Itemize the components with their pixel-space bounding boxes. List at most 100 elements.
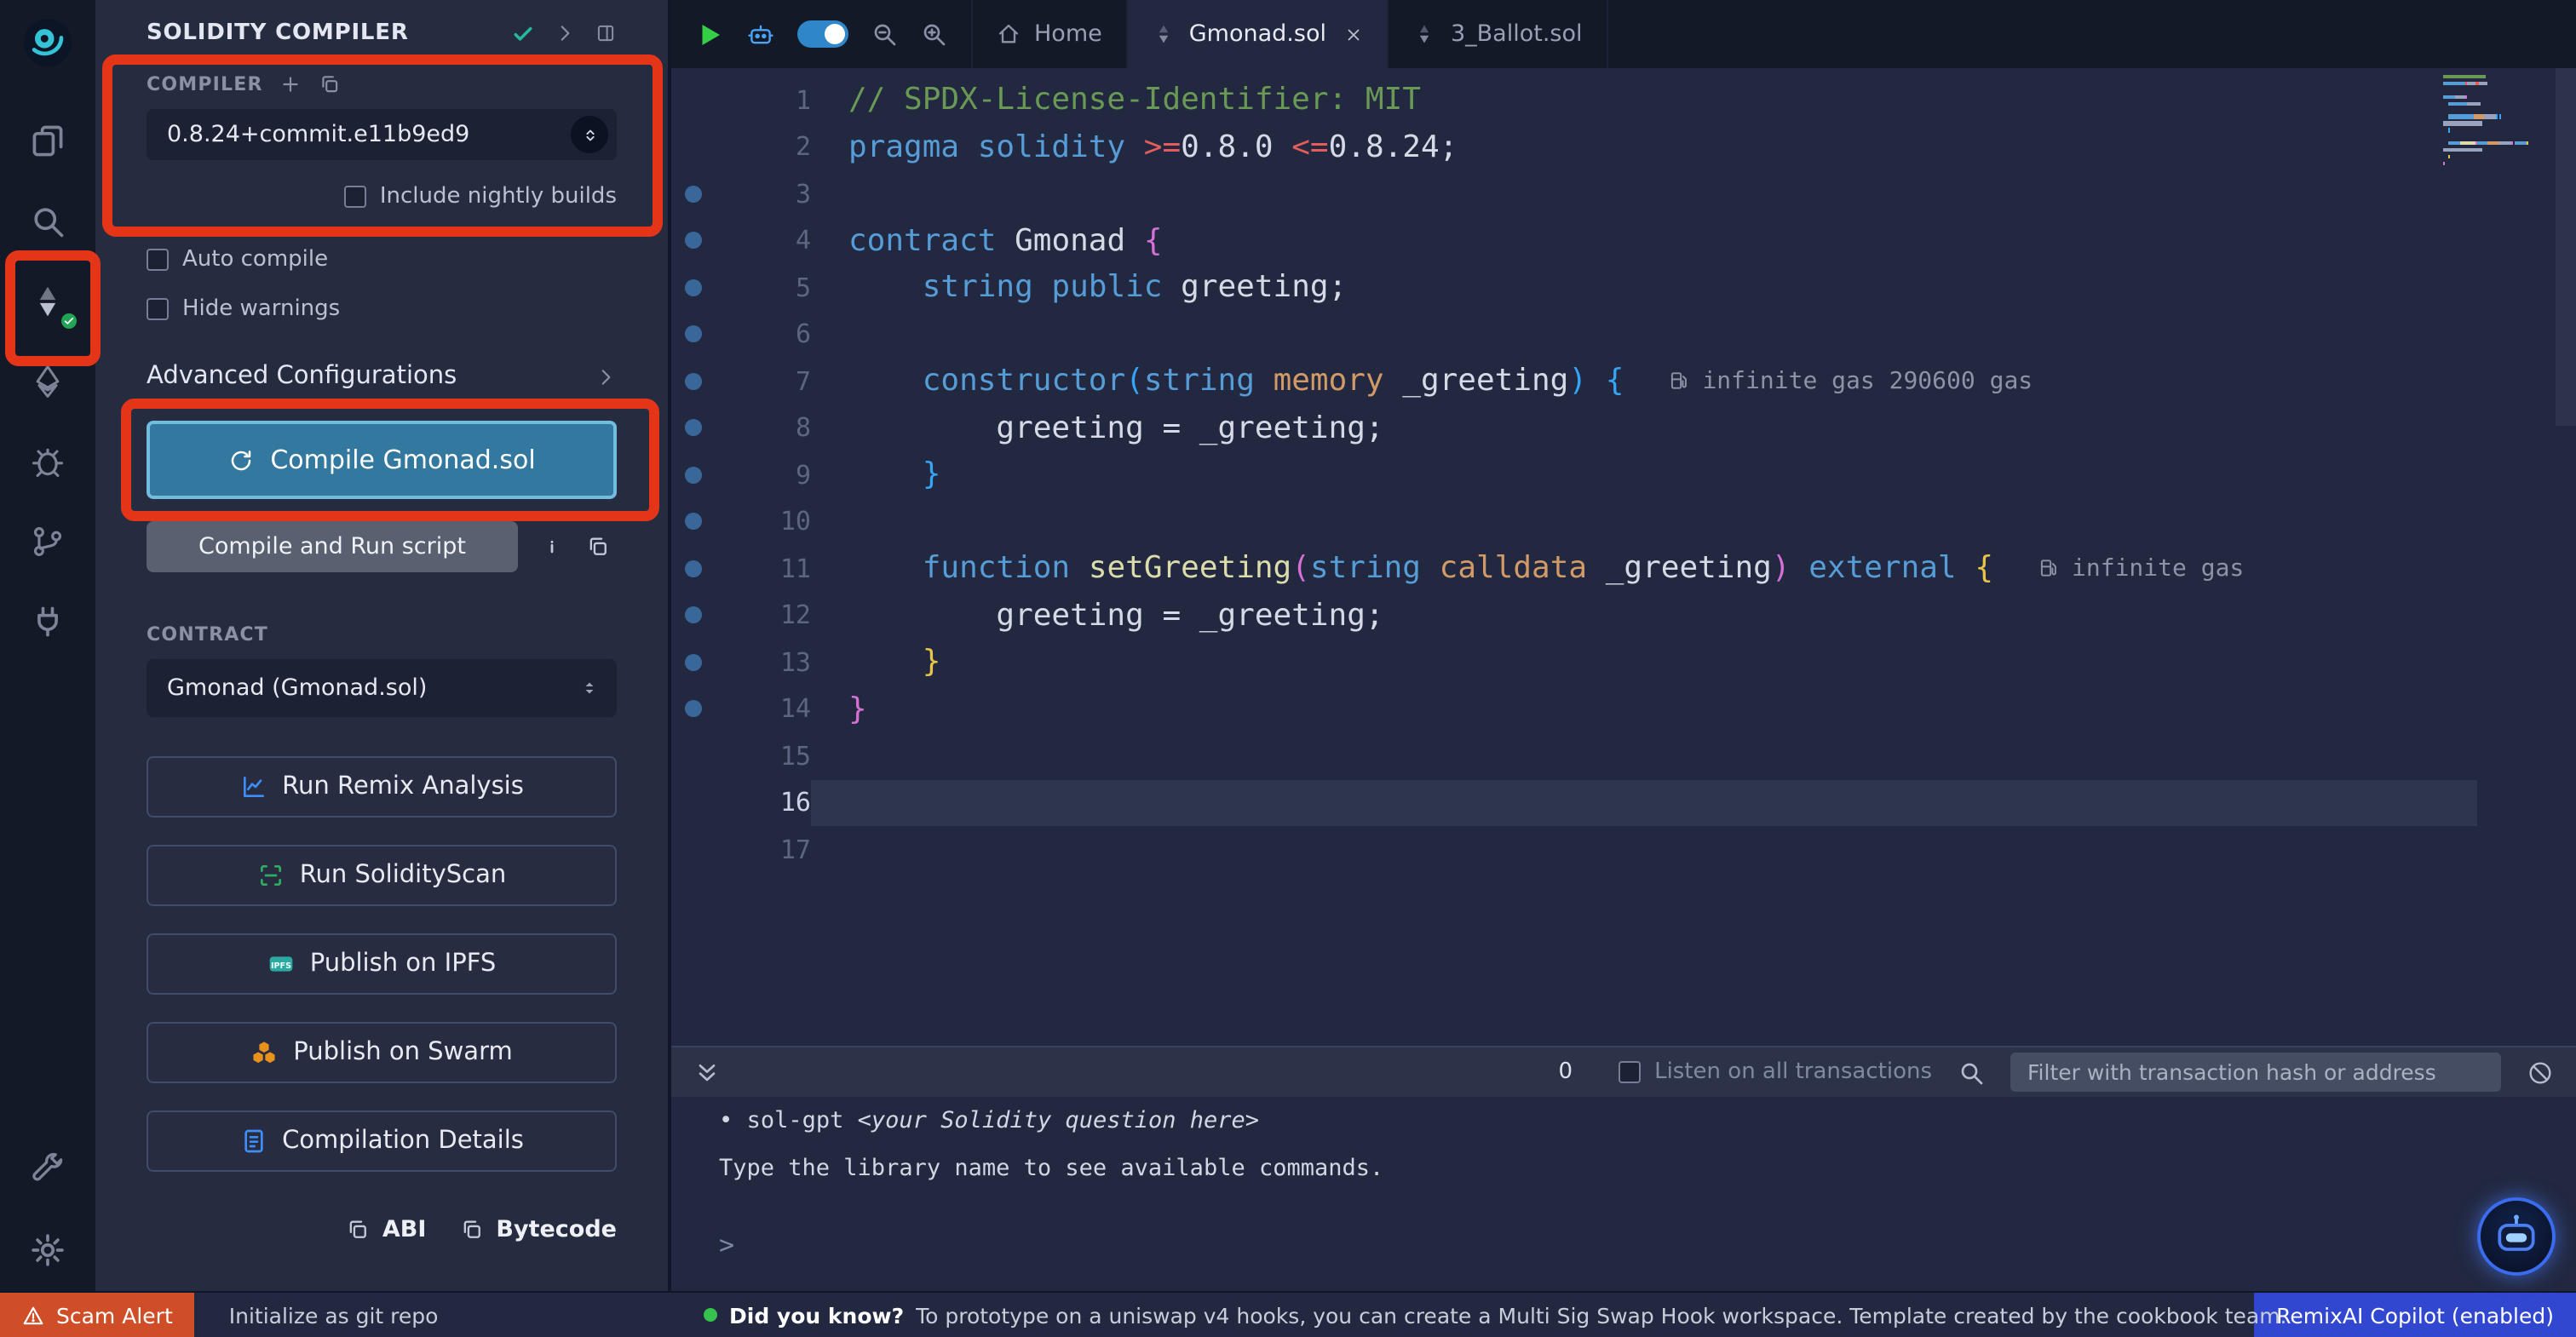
- clear-terminal-icon[interactable]: [2527, 1059, 2554, 1086]
- compile-and-run-button[interactable]: Compile and Run script: [147, 521, 518, 572]
- gutter[interactable]: [671, 279, 716, 296]
- code-text[interactable]: greeting = _greeting;: [811, 592, 2477, 639]
- code-text[interactable]: string public greeting;: [811, 264, 2477, 311]
- copy-compiler-icon[interactable]: [319, 73, 342, 95]
- copy-icon[interactable]: [586, 535, 610, 559]
- terminal-collapse-icon[interactable]: [693, 1059, 721, 1086]
- line-number[interactable]: 9: [716, 460, 811, 491]
- auto-compile-checkbox[interactable]: [147, 249, 169, 271]
- activity-file-explorer[interactable]: [0, 116, 95, 167]
- line-number[interactable]: 10: [716, 507, 811, 537]
- terminal[interactable]: • sol-gpt <your Solidity question here> …: [671, 1097, 2576, 1291]
- gutter[interactable]: [671, 326, 716, 343]
- line-number[interactable]: 12: [716, 600, 811, 631]
- run-script-icon[interactable]: [695, 20, 724, 49]
- scrollbar-thumb[interactable]: [2556, 68, 2576, 426]
- gutter[interactable]: [671, 467, 716, 484]
- compilation-details-button[interactable]: Compilation Details: [147, 1110, 617, 1172]
- line-number[interactable]: 8: [716, 413, 811, 444]
- line-number[interactable]: 13: [716, 647, 811, 678]
- gutter[interactable]: [671, 654, 716, 671]
- add-compiler-icon[interactable]: [280, 73, 302, 95]
- scam-alert-button[interactable]: Scam Alert: [0, 1293, 195, 1337]
- gutter-dot[interactable]: [685, 701, 702, 718]
- contract-select[interactable]: Gmonad (Gmonad.sol): [147, 659, 617, 717]
- gutter-dot[interactable]: [685, 326, 702, 343]
- activity-debugger[interactable]: [0, 436, 95, 487]
- code-text[interactable]: contract Gmonad {: [811, 217, 2477, 264]
- gutter-dot[interactable]: [685, 373, 702, 390]
- activity-tools[interactable]: [0, 1143, 95, 1194]
- gutter[interactable]: [671, 420, 716, 437]
- code-text[interactable]: function setGreeting(string calldata _gr…: [811, 545, 2477, 592]
- compiler-version-select[interactable]: 0.8.24+commit.e11b9ed9: [147, 109, 617, 160]
- activity-source-control[interactable]: [0, 516, 95, 567]
- remix-logo[interactable]: [0, 17, 95, 68]
- activity-solidity-compiler[interactable]: [0, 276, 95, 327]
- code-text[interactable]: constructor(string memory _greeting) {in…: [811, 358, 2477, 405]
- panel-pin-icon[interactable]: [595, 22, 617, 44]
- gutter-dot[interactable]: [685, 186, 702, 203]
- line-number[interactable]: 2: [716, 132, 811, 163]
- terminal-prompt[interactable]: >: [719, 1230, 2576, 1260]
- code-text[interactable]: [811, 311, 2477, 358]
- info-icon[interactable]: [540, 535, 564, 559]
- terminal-search-icon[interactable]: [1958, 1059, 1985, 1086]
- activity-plugin-manager[interactable]: [0, 596, 95, 647]
- gutter-dot[interactable]: [685, 420, 702, 437]
- transaction-filter-input[interactable]: [2010, 1053, 2501, 1092]
- copy-abi-button[interactable]: ABI: [347, 1216, 427, 1243]
- code-text[interactable]: }: [811, 451, 2477, 498]
- code-text[interactable]: [811, 732, 2477, 779]
- copilot-toggle[interactable]: [797, 20, 848, 48]
- tab-home[interactable]: Home: [973, 0, 1128, 68]
- gutter[interactable]: [671, 373, 716, 390]
- compile-button[interactable]: Compile Gmonad.sol: [147, 421, 617, 499]
- line-number[interactable]: 1: [716, 85, 811, 116]
- copy-bytecode-button[interactable]: Bytecode: [460, 1216, 617, 1243]
- code-text[interactable]: [811, 779, 2477, 826]
- gutter-dot[interactable]: [685, 654, 702, 671]
- listen-all-transactions-row[interactable]: Listen on all transactions: [1619, 1059, 1932, 1085]
- tab-gmonad-sol[interactable]: Gmonad.sol: [1128, 0, 1389, 68]
- gutter-dot[interactable]: [685, 232, 702, 250]
- version-select-toggle[interactable]: [571, 116, 608, 153]
- line-number[interactable]: 16: [716, 788, 811, 818]
- activity-search[interactable]: [0, 196, 95, 247]
- tab-3-ballot-sol[interactable]: 3_Ballot.sol: [1389, 0, 1608, 68]
- advanced-configurations[interactable]: Advanced Configurations: [147, 363, 617, 390]
- gutter[interactable]: [671, 607, 716, 624]
- panel-collapse-icon[interactable]: [554, 22, 576, 44]
- code-text[interactable]: }: [811, 639, 2477, 686]
- run-solidityscan-button[interactable]: Run SolidityScan: [147, 845, 617, 906]
- line-number[interactable]: 15: [716, 741, 811, 772]
- copilot-status[interactable]: RemixAI Copilot (enabled): [2254, 1293, 2576, 1337]
- code-text[interactable]: [811, 826, 2477, 873]
- editor-scrollbar[interactable]: [2556, 68, 2576, 1046]
- remixai-copilot-button[interactable]: [2477, 1197, 2556, 1276]
- close-icon[interactable]: [1345, 25, 1364, 43]
- remixai-icon[interactable]: [746, 20, 775, 49]
- hide-warnings-row[interactable]: Hide warnings: [147, 296, 617, 322]
- gutter-dot[interactable]: [685, 279, 702, 296]
- gutter[interactable]: [671, 232, 716, 250]
- line-number[interactable]: 3: [716, 179, 811, 209]
- activity-deploy-run[interactable]: [0, 356, 95, 407]
- line-number[interactable]: 7: [716, 366, 811, 397]
- line-number[interactable]: 14: [716, 694, 811, 725]
- zoom-out-icon[interactable]: [871, 20, 898, 48]
- activity-settings[interactable]: [0, 1225, 95, 1276]
- hide-warnings-checkbox[interactable]: [147, 298, 169, 320]
- gutter-dot[interactable]: [685, 560, 702, 577]
- run-remix-analysis-button[interactable]: Run Remix Analysis: [147, 756, 617, 818]
- code-text[interactable]: // SPDX-License-Identifier: MIT: [811, 77, 2477, 123]
- gutter[interactable]: [671, 701, 716, 718]
- gutter-dot[interactable]: [685, 467, 702, 484]
- include-nightly-row[interactable]: Include nightly builds: [147, 184, 617, 209]
- gutter[interactable]: [671, 514, 716, 531]
- auto-compile-row[interactable]: Auto compile: [147, 247, 617, 273]
- line-number[interactable]: 5: [716, 273, 811, 303]
- minimap[interactable]: [2443, 75, 2552, 187]
- include-nightly-checkbox[interactable]: [344, 186, 366, 208]
- publish-on-swarm-button[interactable]: Publish on Swarm: [147, 1022, 617, 1083]
